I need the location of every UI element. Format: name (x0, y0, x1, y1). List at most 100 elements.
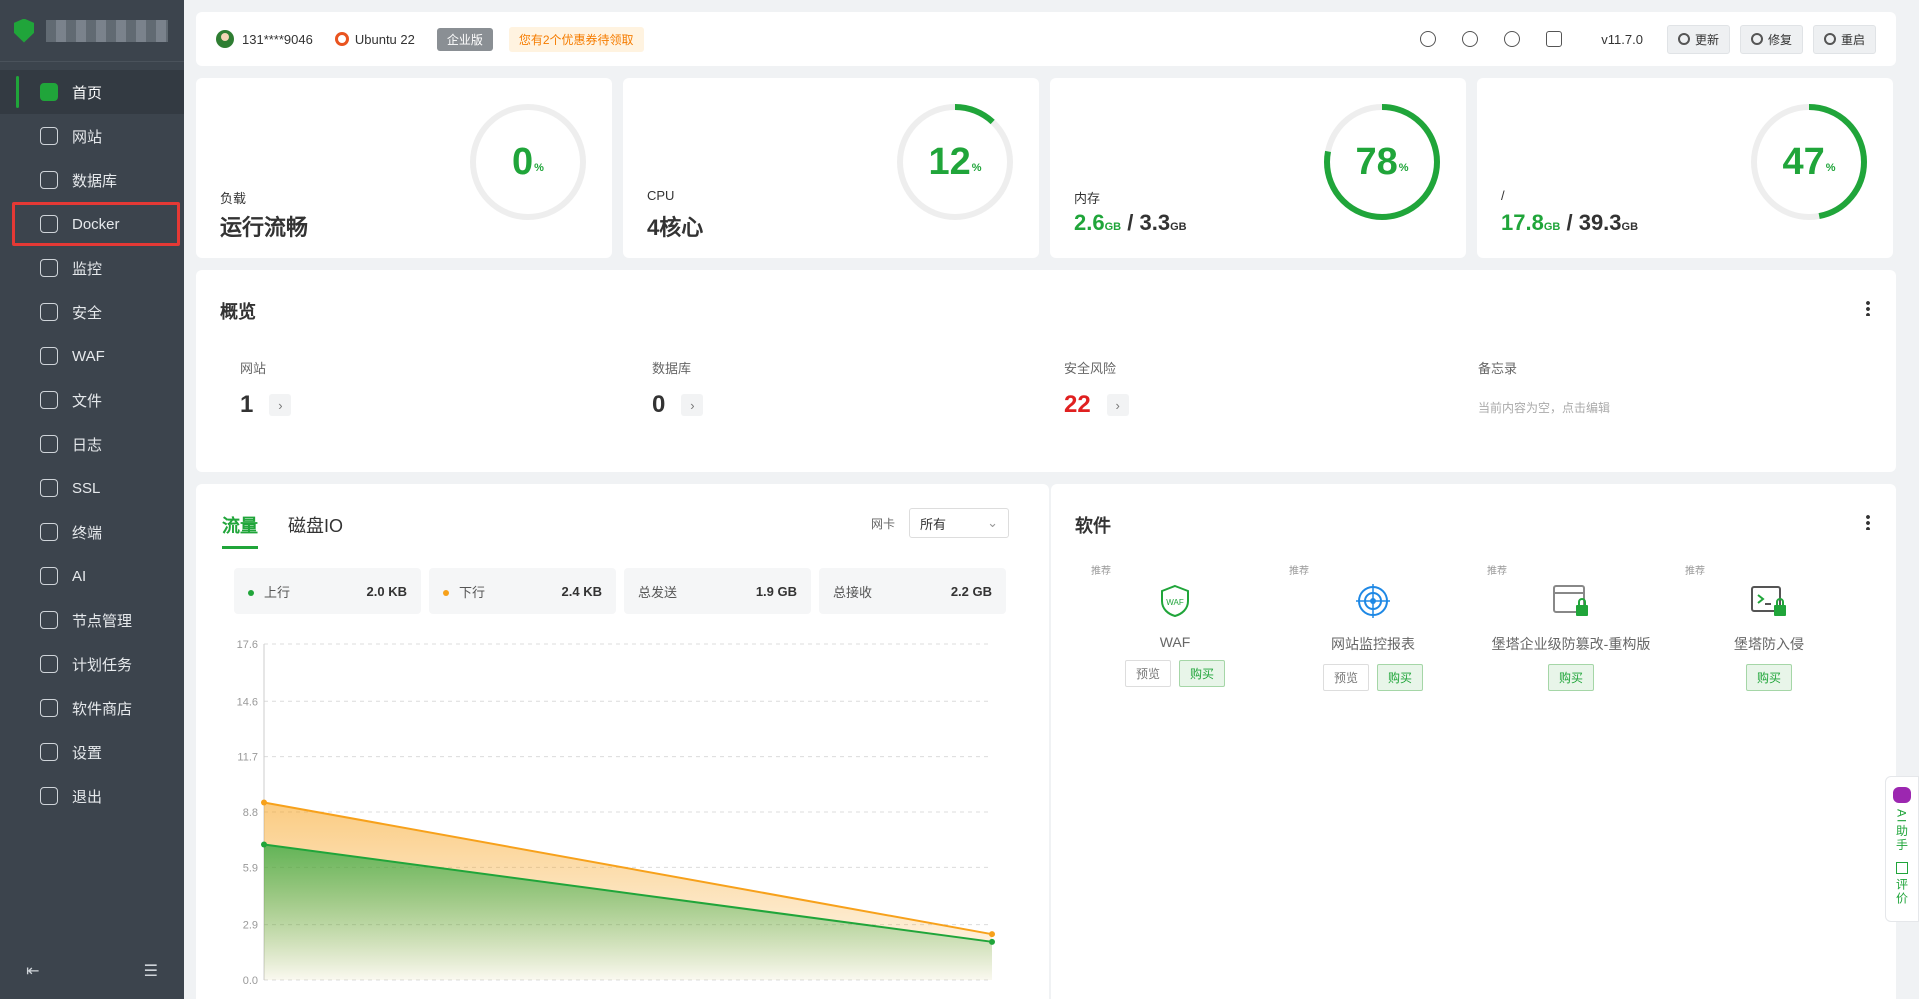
user-account[interactable]: 131****9046 (216, 30, 313, 48)
ai-assistant-label: AI助手 (1894, 809, 1909, 853)
chevron-right-icon[interactable]: › (269, 394, 292, 416)
load-gauge-label: 0% (512, 140, 544, 183)
disk-gauge-label: 47% (1782, 140, 1836, 183)
chevron-right-icon[interactable]: › (1106, 394, 1129, 416)
waf-shield-icon: WAF (1156, 582, 1194, 620)
svg-text:WAF: WAF (1166, 598, 1184, 607)
enterprise-badge[interactable]: 企业版 (436, 27, 493, 51)
log-icon (40, 435, 58, 453)
software-item-anti-intrusion[interactable]: 推荐 堡塔防入侵 购买 (1669, 562, 1869, 691)
cpu-label: CPU (647, 188, 675, 203)
palette-icon[interactable] (1462, 31, 1479, 47)
download-dot-icon (443, 590, 449, 597)
traffic-summary: 上行 2.0 KB 下行 2.4 KB 总发送 1.9 GB 总接收 2.2 GB (234, 568, 1014, 614)
sidebar-item-cron[interactable]: 计划任务 (0, 642, 184, 686)
restart-button[interactable]: 重启 (1812, 24, 1876, 54)
memory-usage: 2.6GB / 3.3GB (1074, 210, 1187, 235)
preview-button[interactable]: 预览 (1124, 660, 1171, 687)
notes-icon[interactable] (1546, 31, 1563, 47)
cpu-gauge-label: 12% (928, 140, 982, 183)
sidebar-item-logout[interactable]: 退出 (0, 774, 184, 818)
sidebar-item-docker[interactable]: Docker (12, 202, 180, 246)
more-vertical-icon[interactable] (1866, 514, 1870, 530)
chevron-down-icon: ⌄ (987, 515, 998, 530)
sidebar-item-website[interactable]: 网站 (0, 114, 184, 158)
sidebar-item-nodes[interactable]: 节点管理 (0, 598, 184, 642)
buy-button[interactable]: 购买 (1179, 660, 1226, 687)
sidebar-nav: 首页 网站 数据库 Docker 监控 安全 WAF 文件 日志 SSL 终端 … (0, 62, 184, 818)
tab-traffic[interactable]: 流量 (222, 512, 258, 549)
nic-select[interactable]: 所有 ⌄ (909, 508, 1009, 538)
bt-shield-icon (14, 18, 34, 43)
overview-databases: 数据库 0 › (652, 358, 704, 419)
edit-icon (1896, 862, 1908, 875)
terminal-lock-icon (1750, 582, 1788, 620)
sidebar-item-monitor[interactable]: 监控 (0, 246, 184, 290)
sidebar-item-database[interactable]: 数据库 (0, 158, 184, 202)
y-tick-label: 0.0 (243, 975, 258, 987)
load-card[interactable]: 0% 负载 运行流畅 (196, 78, 612, 258)
sidebar-item-waf[interactable]: WAF (0, 334, 184, 378)
terminal-icon (40, 523, 58, 541)
sidebar-item-settings[interactable]: 设置 (0, 730, 184, 774)
data-point (989, 931, 995, 938)
robot-icon (1893, 787, 1911, 803)
sidebar-item-ai[interactable]: AI (0, 554, 184, 598)
tab-disk-io[interactable]: 磁盘IO (288, 512, 343, 549)
overview-title: 概览 (220, 302, 256, 322)
memory-card[interactable]: 78% 内存 2.6GB / 3.3GB (1050, 78, 1466, 258)
blurred-server-name (46, 19, 168, 42)
sidebar-item-home[interactable]: 首页 (0, 70, 184, 114)
repair-button[interactable]: 修复 (1739, 24, 1803, 54)
menu-list-icon[interactable]: ☰ (144, 961, 158, 981)
logout-icon (40, 787, 58, 805)
bell-icon[interactable] (1504, 31, 1521, 47)
shield-icon (40, 303, 58, 321)
buy-button[interactable]: 购买 (1547, 664, 1594, 691)
ssl-icon (40, 479, 58, 497)
sidebar-item-security[interactable]: 安全 (0, 290, 184, 334)
risk-count[interactable]: 22 (1064, 391, 1091, 419)
sidebar-item-ssl[interactable]: SSL (0, 466, 184, 510)
memo-placeholder[interactable]: 当前内容为空，点击编辑 (1478, 399, 1610, 416)
preview-button[interactable]: 预览 (1322, 664, 1369, 691)
wrench-icon (1750, 33, 1763, 45)
website-count[interactable]: 1 (240, 391, 253, 419)
topbar-actions: v11.7.0 更新 修复 重启 (1407, 24, 1876, 54)
update-button[interactable]: 更新 (1666, 24, 1730, 54)
sidebar-item-files[interactable]: 文件 (0, 378, 184, 422)
node-icon (40, 611, 58, 629)
sidebar-item-terminal[interactable]: 终端 (0, 510, 184, 554)
sidebar: 首页 网站 数据库 Docker 监控 安全 WAF 文件 日志 SSL 终端 … (0, 0, 184, 999)
cpu-cores: 4核心 (647, 215, 704, 240)
sidebar-item-logs[interactable]: 日志 (0, 422, 184, 466)
traffic-chart: 17.6 14.6 11.7 8.8 5.9 2.9 0.0 (237, 639, 995, 987)
software-item-tamper-proof[interactable]: 推荐 堡塔企业级防篡改-重构版 购买 (1471, 562, 1671, 691)
y-tick-label: 2.9 (243, 920, 258, 932)
os-info: Ubuntu 22 (334, 32, 415, 47)
data-point (989, 938, 995, 945)
software-item-site-monitor[interactable]: 推荐 网站监控报表 预览 购买 (1273, 562, 1473, 691)
series-area-1 (264, 844, 992, 980)
buy-button[interactable]: 购买 (1377, 664, 1424, 691)
ai-assistant-float[interactable]: AI助手 评价 (1885, 776, 1919, 922)
review-label[interactable]: 评价 (1894, 878, 1911, 906)
disk-card[interactable]: 47% / 17.8GB / 39.3GB (1477, 78, 1893, 258)
docker-icon (40, 215, 58, 233)
panel-version[interactable]: v11.7.0 (1601, 32, 1643, 47)
disk-label: / (1501, 188, 1505, 203)
theme-sun-icon[interactable] (1420, 31, 1437, 47)
store-icon (40, 699, 58, 717)
y-tick-label: 17.6 (237, 639, 258, 651)
coupon-notice[interactable]: 您有2个优惠券待领取 (508, 26, 644, 52)
disk-usage: 17.8GB / 39.3GB (1501, 210, 1639, 235)
cpu-card[interactable]: 12% CPU 4核心 (623, 78, 1039, 258)
sidebar-item-store[interactable]: 软件商店 (0, 686, 184, 730)
software-item-waf[interactable]: 推荐 WAF WAF 预览 购买 (1075, 562, 1275, 687)
database-count[interactable]: 0 (652, 391, 665, 419)
chevron-right-icon[interactable]: › (681, 394, 704, 416)
collapse-sidebar-icon[interactable]: ⇤ (26, 961, 39, 981)
buy-button[interactable]: 购买 (1745, 664, 1792, 691)
upload-dot-icon (248, 590, 254, 597)
more-vertical-icon[interactable] (1866, 300, 1870, 316)
